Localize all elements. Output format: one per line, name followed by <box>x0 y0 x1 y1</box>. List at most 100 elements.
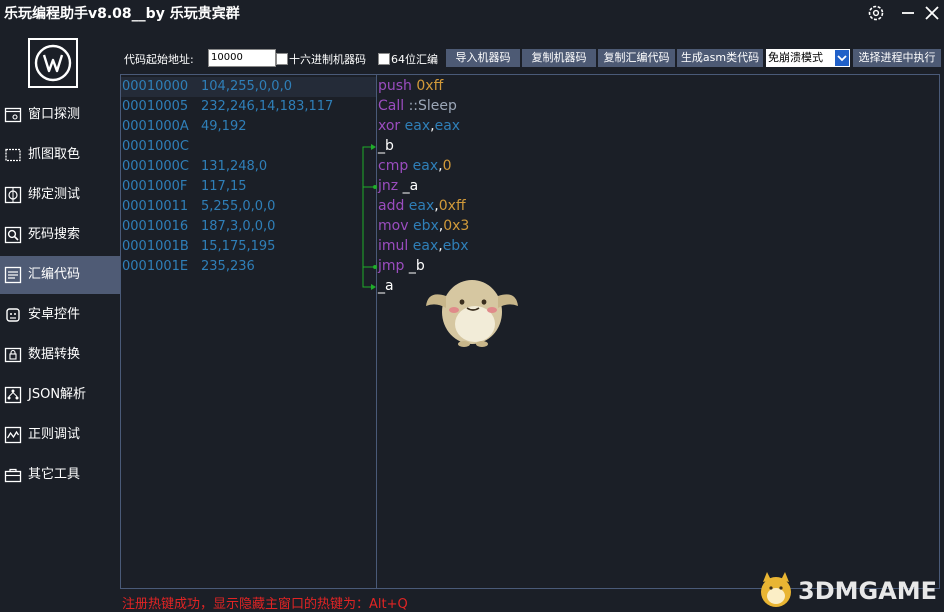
machine-code-row[interactable]: 0001000C 131,248,0 <box>121 157 376 177</box>
sidebar-item-label: 汇编代码 <box>28 267 81 282</box>
jnz-arrow-line <box>362 186 375 288</box>
machine-code-address: 00010016 <box>122 219 189 234</box>
machine-code-row[interactable]: 00010000 104,255,0,0,0 <box>121 77 376 97</box>
label-a-arrowhead <box>371 284 376 290</box>
sidebar-item-label: 抓图取色 <box>28 147 81 162</box>
data-convert-icon <box>4 347 22 363</box>
bind-test-icon <box>4 186 22 204</box>
assembly-token: add <box>378 198 405 214</box>
assembly-token: jnz <box>378 178 399 194</box>
assembly-token: push <box>378 78 412 94</box>
sidebar-item[interactable]: JSON解析 <box>0 376 120 414</box>
app-logo <box>28 38 78 88</box>
sidebar-item[interactable]: 数据转换 <box>0 336 120 374</box>
sidebar-item[interactable]: 抓图取色 <box>0 136 120 174</box>
sidebar-item-label: 窗口探测 <box>28 107 81 122</box>
assembly-token: eax <box>408 238 439 254</box>
machine-code-row[interactable]: 0001000F 117,15 <box>121 177 376 197</box>
title-bar[interactable]: 乐玩编程助手v8.08__by 乐玩贵宾群 <box>0 0 944 26</box>
screenshot-color-icon <box>5 148 21 162</box>
assembly-token: eax <box>408 158 439 174</box>
sidebar-item-label: 正则调试 <box>28 427 81 442</box>
assembly-line: _b <box>378 136 394 156</box>
sidebar-item[interactable]: 其它工具 <box>0 456 120 494</box>
assembly-line: jmp _b <box>378 256 425 276</box>
sidebar-item[interactable]: 绑定测试 <box>0 176 120 214</box>
assembly-line: mov ebx,0x3 <box>378 216 469 236</box>
watermark: 3DMGAME <box>755 566 943 611</box>
sidebar-item[interactable]: 窗口探测 <box>0 96 120 134</box>
hex-checkbox[interactable] <box>276 53 288 65</box>
import-machine-code-button[interactable]: 导入机器码 <box>446 49 520 67</box>
assembly-token: mov <box>378 218 409 234</box>
machine-code-address: 00010000 <box>122 79 189 94</box>
address-label: 代码起始地址: <box>124 53 194 66</box>
sidebar-item-label: 安卓控件 <box>28 307 81 322</box>
toolbar: 代码起始地址: 10000 十六进制机器码 64位汇编 导入机器码 复制机器码 … <box>120 46 944 72</box>
sidebar-item-label: 其它工具 <box>28 467 81 482</box>
sidebar-item-label: 死码搜索 <box>28 227 81 242</box>
sidebar-item-label: 绑定测试 <box>28 187 81 202</box>
address-input[interactable]: 10000 <box>208 49 276 67</box>
sidebar-item[interactable]: 正则调试 <box>0 416 120 454</box>
assembly-token: _b <box>378 138 394 154</box>
assembly-line: xor eax,eax <box>378 116 460 136</box>
assembly-line: jnz _a <box>378 176 418 196</box>
machine-code-address: 00010005 <box>122 99 189 114</box>
machine-code-bytes: 104,255,0,0,0 <box>201 79 292 94</box>
generate-asm-class-button[interactable]: 生成asm类代码 <box>677 49 763 67</box>
copy-assembly-button[interactable]: 复制汇编代码 <box>598 49 675 67</box>
sidebar-item[interactable]: 死码搜索 <box>0 216 120 254</box>
jmp-arrow-line <box>362 146 375 268</box>
assembly-token: eax <box>434 118 461 134</box>
sidebar-item[interactable]: 汇编代码 <box>0 256 120 294</box>
watermark-mascot-icon <box>761 572 791 607</box>
window-probe-icon <box>4 107 22 123</box>
assembly-token: 0 <box>442 158 452 174</box>
assembly-token: eax <box>404 198 435 214</box>
machine-code-address: 0001000A <box>122 119 189 134</box>
assembly-token: xor <box>378 118 401 134</box>
window-title: 乐玩编程助手v8.08__by 乐玩贵宾群 <box>4 6 240 22</box>
sidebar-item-label: JSON解析 <box>28 387 87 402</box>
assembly-token: jmp <box>378 258 405 274</box>
sidebar-item-label: 数据转换 <box>28 347 81 362</box>
copy-machine-code-button[interactable]: 复制机器码 <box>522 49 596 67</box>
machine-code-bytes: 117,15 <box>201 179 247 194</box>
assembly-token: 0xff <box>438 198 466 214</box>
machine-code-row[interactable]: 00010005 232,246,14,183,117 <box>121 97 376 117</box>
machine-code-address: 0001001E <box>122 259 189 274</box>
sidebar-item[interactable]: 安卓控件 <box>0 296 120 334</box>
jnz-source-dot <box>373 185 377 189</box>
minimize-icon[interactable] <box>898 3 918 23</box>
settings-gear-icon[interactable] <box>866 3 886 23</box>
mode-select[interactable]: 免崩溃模式 <box>766 49 850 67</box>
toolbox-icon <box>4 468 22 483</box>
machine-code-row[interactable]: 0001000A 49,192 <box>121 117 376 137</box>
assembly-token: 0x3 <box>443 218 470 234</box>
assembly-line: Call ::Sleep <box>378 96 457 116</box>
execute-in-process-button[interactable]: 选择进程中执行 <box>853 49 941 67</box>
android-icon <box>6 308 20 322</box>
machine-code-row[interactable]: 00010011 5,255,0,0,0 <box>121 197 376 217</box>
sidebar: 窗口探测抓图取色绑定测试死码搜索汇编代码安卓控件数据转换 JSON解析 正则调试其它… <box>0 26 120 611</box>
assembly-token: ebx <box>442 238 469 254</box>
machine-code-row[interactable]: 0001001E 235,236 <box>121 257 376 277</box>
machine-code-row[interactable]: 0001001B 15,175,195 <box>121 237 376 257</box>
search-icon <box>4 226 22 244</box>
jump-arrows <box>362 144 377 290</box>
assembly-line: imul eax,ebx <box>378 236 468 256</box>
mascot-icon <box>426 280 518 347</box>
hex-checkbox-label: 十六进制机器码 <box>289 53 366 66</box>
code-panel: 00010000 104,255,0,0,0 00010005 232,246,14,… <box>120 74 940 589</box>
label-b-arrowhead <box>371 144 376 150</box>
assembly-token: cmp <box>378 158 409 174</box>
machine-code-row[interactable]: 0001000C <box>121 137 376 157</box>
machine-code-bytes: 5,255,0,0,0 <box>201 199 276 214</box>
mode-select-value: 免崩溃模式 <box>768 51 823 64</box>
x64-checkbox-label: 64位汇编 <box>391 53 438 66</box>
machine-code-row[interactable]: 00010016 187,3,0,0,0 <box>121 217 376 237</box>
x64-checkbox[interactable] <box>378 53 390 65</box>
close-icon[interactable] <box>922 3 942 23</box>
watermark-text: 3DMGAME <box>798 577 938 605</box>
